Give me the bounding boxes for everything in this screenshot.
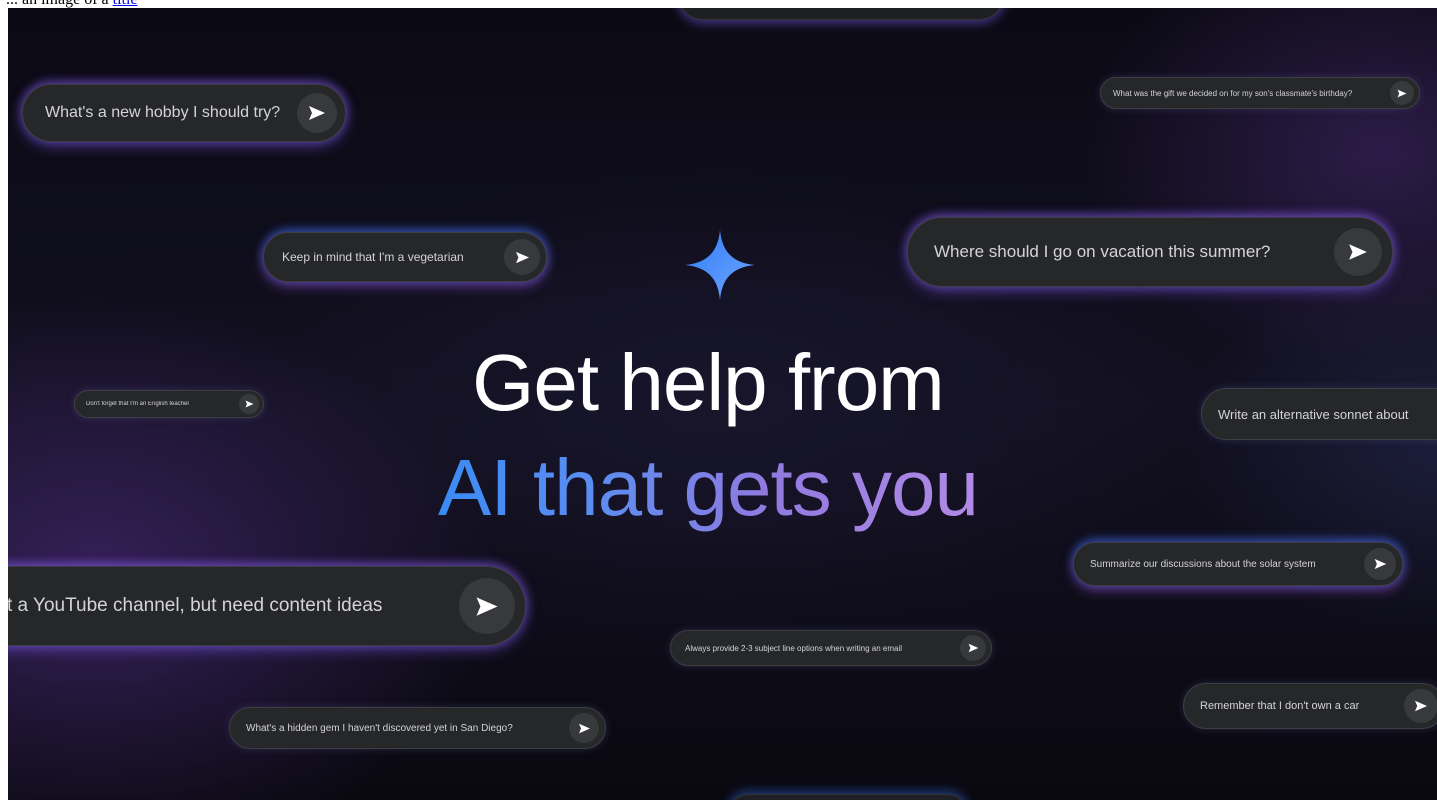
send-arrow-icon[interactable]	[239, 394, 259, 414]
prompt-text: t a YouTube channel, but need content id…	[8, 595, 383, 616]
send-arrow-icon[interactable]	[1390, 81, 1414, 105]
hero-banner: What's a new hobby I should try? What wa…	[8, 8, 1437, 800]
send-arrow-icon[interactable]	[1334, 228, 1382, 276]
prompt-text: Keep in mind that I'm a vegetarian	[282, 250, 464, 264]
headline-line-2: AI that gets you	[308, 448, 1108, 528]
prompt-text: What's a hidden gem I haven't discovered…	[246, 722, 513, 734]
send-arrow-icon[interactable]	[504, 239, 540, 275]
prompt-pill-email[interactable]: Always provide 2-3 subject line options …	[670, 630, 992, 666]
prompt-pill-vacation[interactable]: Where should I go on vacation this summe…	[907, 217, 1393, 287]
prompt-pill-bottom-partial	[728, 794, 968, 800]
send-arrow-icon[interactable]	[960, 635, 986, 661]
sparkle-icon	[685, 230, 755, 300]
prompt-pill-car[interactable]: Remember that I don't own a car	[1183, 683, 1437, 729]
caption-prefix: ... an image of a	[6, 0, 109, 8]
prompt-pill-top-partial	[676, 8, 1006, 20]
page: ... an image of a title What's a new hob…	[0, 0, 1437, 800]
prompt-pill-sonnet[interactable]: Write an alternative sonnet about	[1201, 388, 1437, 440]
send-arrow-icon[interactable]	[1364, 548, 1396, 580]
prompt-pill-gem[interactable]: What's a hidden gem I haven't discovered…	[229, 707, 606, 749]
send-arrow-icon[interactable]	[459, 578, 515, 634]
prompt-text: Where should I go on vacation this summe…	[934, 242, 1271, 261]
prompt-text: Don't forget that I'm an English teacher	[86, 401, 190, 407]
prompt-text: Write an alternative sonnet about	[1218, 406, 1409, 422]
prompt-pill-youtube[interactable]: t a YouTube channel, but need content id…	[8, 566, 526, 646]
prompt-pill-gift[interactable]: What was the gift we decided on for my s…	[1100, 77, 1420, 109]
prompt-pill-hobby[interactable]: What's a new hobby I should try?	[22, 84, 346, 142]
prompt-pill-solar[interactable]: Summarize our discussions about the sola…	[1073, 542, 1403, 586]
prompt-pill-teacher[interactable]: Don't forget that I'm an English teacher	[74, 390, 264, 418]
prompt-text: What was the gift we decided on for my s…	[1113, 88, 1353, 98]
prompt-text: What's a new hobby I should try?	[45, 104, 281, 121]
headline-line-1: Get help from	[472, 338, 945, 427]
prompt-text: Always provide 2-3 subject line options …	[685, 643, 902, 653]
prompt-text: Remember that I don't own a car	[1200, 700, 1360, 712]
caption-link[interactable]: title	[113, 0, 138, 8]
send-arrow-icon[interactable]	[297, 93, 337, 133]
prompt-pill-vegetarian[interactable]: Keep in mind that I'm a vegetarian	[263, 232, 547, 282]
send-arrow-icon[interactable]	[1404, 689, 1437, 723]
prompt-text: Summarize our discussions about the sola…	[1090, 558, 1316, 570]
headline-gradient-text: AI that gets you	[438, 443, 979, 532]
send-arrow-icon[interactable]	[569, 713, 599, 743]
